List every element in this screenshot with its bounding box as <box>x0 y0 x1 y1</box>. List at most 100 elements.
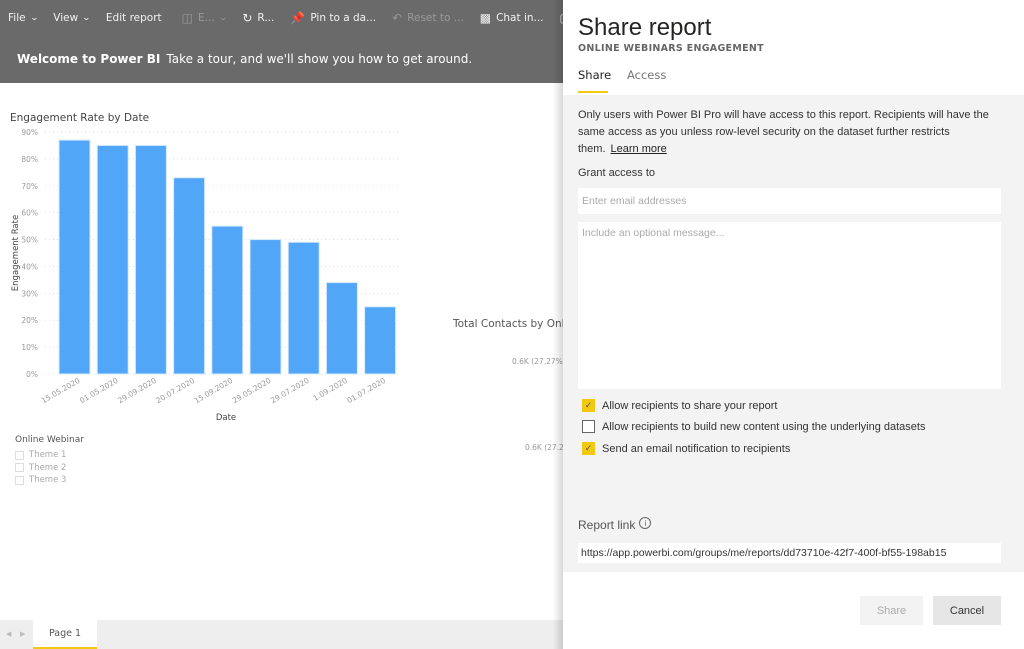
report-link-text: Report link <box>578 518 636 532</box>
refresh-button[interactable]: ↻ R... <box>234 0 282 35</box>
tab-access[interactable]: Access <box>627 68 666 93</box>
report-name: ONLINE WEBINARS ENGAGEMENT <box>578 43 764 54</box>
x-tick-label: 15.05.2020 <box>40 376 82 405</box>
toolbar: File ⌄ View ⌄ Edit report ◫ E... ⌄ ↻ R... 📌 Pi… <box>0 0 565 35</box>
bar[interactable] <box>287 241 320 375</box>
edit-report-label: Edit report <box>105 11 162 24</box>
slicer-item-label: Theme 2 <box>29 462 67 473</box>
undo-icon: ↶ <box>392 10 403 25</box>
info-icon[interactable]: i <box>639 517 652 529</box>
learn-more-link[interactable]: Learn more <box>611 143 667 155</box>
chevron-down-icon: ⌄ <box>29 13 39 22</box>
share-button[interactable]: Share <box>860 596 923 625</box>
bar[interactable] <box>173 177 206 375</box>
slicer-title: Online Webinar <box>15 435 84 445</box>
grant-access-label: Grant access to <box>578 167 656 179</box>
edit-report-button[interactable]: Edit report <box>98 0 170 35</box>
next-page-icon[interactable]: ▶ <box>20 630 25 638</box>
teams-icon: ▩ <box>479 10 492 25</box>
export-label: E... <box>198 11 215 24</box>
pin-to-dashboard-button[interactable]: 📌 Pin to a da... <box>282 0 384 35</box>
pin-icon: 📌 <box>290 10 306 25</box>
reset-button[interactable]: ↶ Reset to ... <box>384 0 472 35</box>
x-tick-label: 15.09.2020 <box>193 376 235 405</box>
option-label: Send an email notification to recipients <box>602 442 791 455</box>
welcome-message: Take a tour, and we'll show you how to g… <box>166 52 473 66</box>
option-label: Allow recipients to build new content us… <box>602 420 926 433</box>
panel-title: Share report <box>578 14 712 41</box>
y-tick-label: 50% <box>21 236 38 245</box>
x-tick-label: 1.09.2020 <box>311 376 349 403</box>
x-tick-label: 29.09.2020 <box>116 376 158 405</box>
y-tick-label: 10% <box>21 343 38 352</box>
chat-in-teams-button[interactable]: ▩ Chat in... <box>472 0 552 35</box>
bar[interactable] <box>364 306 397 375</box>
report-canvas: File ⌄ View ⌄ Edit report ◫ E... ⌄ ↻ R... 📌 Pi… <box>0 0 569 649</box>
checkbox[interactable] <box>15 463 24 473</box>
email-notification-checkbox[interactable]: ✓ <box>582 442 595 455</box>
export-icon: ◫ <box>181 10 193 25</box>
checkbox[interactable] <box>15 475 24 485</box>
slicer-item[interactable]: Theme 2 <box>15 462 84 475</box>
info-text: Only users with Power BI Pro will have a… <box>578 107 1008 158</box>
x-axis-title: Date <box>216 413 236 423</box>
bar[interactable] <box>58 139 91 375</box>
slicer-online-webinar: Online Webinar Theme 1 Theme 2 Theme 3 <box>15 435 84 487</box>
x-tick-label: 29.07.2020 <box>269 376 311 405</box>
x-tick-label: 01.07.2020 <box>345 376 387 405</box>
engagement-bar-chart[interactable]: 0%10%20%30%40%50%60%70%80%90%15.05.20200… <box>0 120 420 430</box>
allow-reshare-option[interactable]: ✓ Allow recipients to share your report <box>582 399 777 412</box>
option-label: Allow recipients to share your report <box>602 399 778 412</box>
report-link-label: Report link i <box>578 517 652 532</box>
refresh-label: R... <box>257 11 275 24</box>
bar[interactable] <box>134 144 167 375</box>
slicer-item-label: Theme 3 <box>29 475 67 486</box>
reset-label: Reset to ... <box>407 11 464 24</box>
tab-share[interactable]: Share <box>578 68 611 93</box>
chevron-down-icon: ⌄ <box>81 13 92 22</box>
message-input[interactable] <box>578 222 1001 389</box>
share-form: Only users with Power BI Pro will have a… <box>563 95 1024 572</box>
welcome-title: Welcome to Power BI <box>17 52 161 66</box>
x-tick-label: 01.05.2020 <box>78 376 120 405</box>
page-tabs-bar: ◀ ▶ Page 1 <box>0 620 565 649</box>
share-report-panel: Share report ONLINE WEBINARS ENGAGEMENT … <box>563 0 1024 649</box>
cancel-button[interactable]: Cancel <box>933 596 1001 625</box>
report-link-field[interactable] <box>578 543 1001 563</box>
chat-label: Chat in... <box>496 11 544 24</box>
file-menu-label: File <box>8 11 26 24</box>
page-tab[interactable]: Page 1 <box>33 620 97 649</box>
y-tick-label: 20% <box>21 316 38 325</box>
welcome-banner[interactable]: Welcome to Power BI Take a tour, and we'… <box>0 35 565 83</box>
y-tick-label: 0% <box>26 370 38 379</box>
y-tick-label: 40% <box>21 262 38 271</box>
allow-build-option[interactable]: Allow recipients to build new content us… <box>582 420 925 433</box>
email-notification-option[interactable]: ✓ Send an email notification to recipien… <box>582 442 790 455</box>
chevron-down-icon: ⌄ <box>218 13 228 22</box>
bar[interactable] <box>325 282 358 375</box>
slicer-item[interactable]: Theme 3 <box>15 474 84 487</box>
view-menu[interactable]: View ⌄ <box>45 0 98 35</box>
view-menu-label: View <box>53 11 79 24</box>
prev-page-icon[interactable]: ◀ <box>6 630 11 638</box>
allow-reshare-checkbox[interactable]: ✓ <box>582 399 595 412</box>
bar[interactable] <box>96 144 129 375</box>
bar[interactable] <box>211 225 244 375</box>
donut-chart-title: Total Contacts by Onli <box>453 318 568 330</box>
slicer-item[interactable]: Theme 1 <box>15 449 84 462</box>
checkbox[interactable] <box>15 450 24 460</box>
allow-build-checkbox[interactable] <box>582 420 595 433</box>
bar[interactable] <box>249 239 282 375</box>
y-tick-label: 70% <box>21 182 38 191</box>
export-menu[interactable]: ◫ E... ⌄ <box>174 0 235 35</box>
refresh-icon: ↻ <box>242 10 253 25</box>
y-tick-label: 60% <box>21 209 38 218</box>
pin-label: Pin to a da... <box>310 11 377 24</box>
y-tick-label: 80% <box>21 155 38 164</box>
y-axis-title: Engagement Rate <box>11 215 21 291</box>
file-menu[interactable]: File ⌄ <box>0 0 45 35</box>
y-tick-label: 90% <box>21 128 38 137</box>
slicer-item-label: Theme 1 <box>29 450 67 461</box>
email-input[interactable] <box>578 188 1001 214</box>
x-tick-label: 20.07.2020 <box>154 376 196 405</box>
